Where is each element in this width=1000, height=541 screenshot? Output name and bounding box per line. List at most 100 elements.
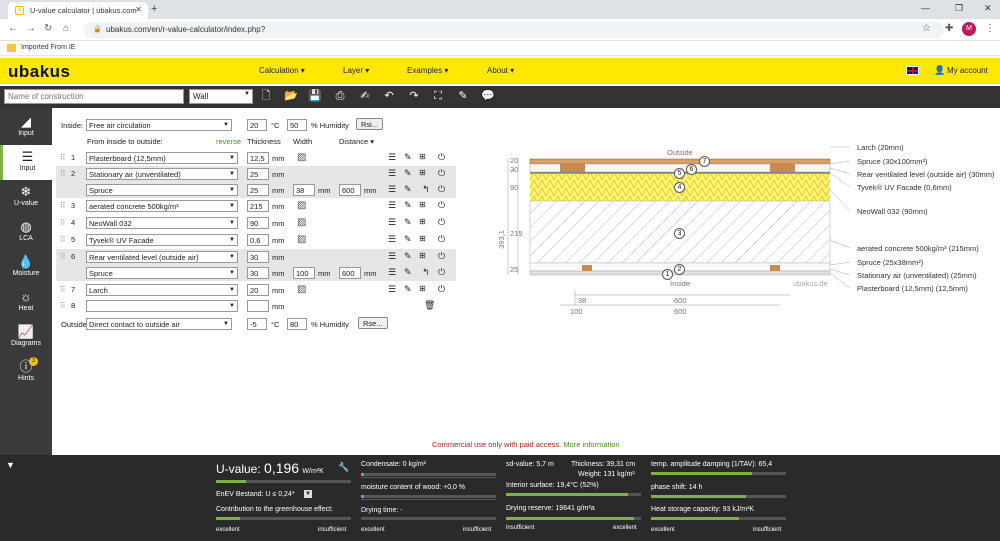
menu-about[interactable]: About ▾: [487, 66, 514, 75]
star-icon[interactable]: ☆: [922, 23, 931, 34]
menu-layer[interactable]: Layer ▾: [343, 66, 369, 75]
extensions-icon[interactable]: ✚: [945, 23, 953, 34]
power-toggle-icon[interactable]: ⏻: [438, 183, 445, 195]
new-document-icon[interactable]: 🗋: [258, 89, 274, 104]
layer-material-select[interactable]: [86, 300, 238, 312]
drag-handle-icon[interactable]: ⠿: [60, 201, 66, 210]
material-pattern-icon[interactable]: ▨: [297, 217, 306, 228]
layer-material-select[interactable]: Larch: [86, 284, 238, 296]
layer-thickness-input[interactable]: 0,6: [247, 234, 269, 246]
layer-menu-icon[interactable]: ☰: [388, 183, 396, 195]
ubakus-logo[interactable]: ubakus: [8, 62, 71, 82]
browser-tab[interactable]: ü U-value calculator | ubakus.com ✕: [8, 2, 148, 19]
layer-material-select[interactable]: Spruce: [86, 267, 238, 279]
edit-layer-icon[interactable]: ✎: [404, 151, 412, 163]
undo-icon[interactable]: ↶: [381, 89, 397, 104]
sidebar-item-layers[interactable]: ☰ Input: [0, 145, 52, 180]
rsi-button[interactable]: Rsi...: [356, 118, 384, 130]
material-pattern-icon[interactable]: ▨: [297, 284, 306, 295]
construction-name-input[interactable]: Name of construction: [4, 89, 184, 104]
layer-thickness-input[interactable]: 20: [247, 284, 269, 296]
drag-handle-icon[interactable]: ⠿: [60, 169, 66, 178]
layer-distance-input[interactable]: 600: [339, 267, 361, 279]
layer-material-select[interactable]: Tyvek® UV Facade: [86, 234, 238, 246]
sign-icon[interactable]: ✍: [357, 89, 373, 104]
power-toggle-icon[interactable]: ⏻: [438, 233, 445, 245]
power-toggle-icon[interactable]: ⏻: [438, 216, 445, 228]
menu-examples[interactable]: Examples ▾: [407, 66, 448, 75]
delete-layer-icon[interactable]: 🗑: [424, 299, 435, 311]
drag-handle-icon[interactable]: ⠿: [60, 218, 66, 227]
close-window-icon[interactable]: ✕: [984, 3, 992, 14]
edit-layer-icon[interactable]: ✎: [404, 283, 412, 295]
sidebar-item-heat[interactable]: ☼ Heat: [0, 285, 52, 320]
layer-menu-icon[interactable]: ☰: [388, 216, 396, 228]
add-layer-icon[interactable]: ⊞: [419, 167, 426, 179]
material-pattern-icon[interactable]: ▨: [297, 152, 306, 163]
drag-handle-icon[interactable]: ⠿: [60, 252, 66, 261]
material-pattern-icon[interactable]: ▨: [297, 234, 306, 245]
layer-menu-icon[interactable]: ☰: [388, 167, 396, 179]
layer-menu-icon[interactable]: ☰: [388, 250, 396, 262]
browser-menu-icon[interactable]: ⋮: [985, 23, 995, 34]
inside-humidity-input[interactable]: 50: [287, 119, 307, 131]
layer-thickness-input[interactable]: 25: [247, 184, 269, 196]
drag-handle-icon[interactable]: ⠿: [60, 235, 66, 244]
layer-material-select[interactable]: NeoWall 032: [86, 217, 238, 229]
layer-material-select[interactable]: aerated concrete 500kg/m³: [86, 200, 238, 212]
layer-thickness-input[interactable]: 90: [247, 217, 269, 229]
menu-calculation[interactable]: Calculation ▾: [259, 66, 305, 75]
layer-material-select[interactable]: Spruce: [86, 184, 238, 196]
power-toggle-icon[interactable]: ⏻: [438, 266, 445, 278]
bookmark-folder[interactable]: Imported From IE: [21, 44, 75, 51]
drag-handle-icon[interactable]: ⠿: [60, 285, 66, 294]
layer-menu-icon[interactable]: ☰: [388, 199, 396, 211]
sidebar-item-input[interactable]: ◢ Input: [0, 110, 52, 145]
rse-button[interactable]: Rse...: [358, 317, 388, 329]
user-icon[interactable]: 👤: [934, 65, 945, 76]
save-icon[interactable]: 💾: [307, 89, 323, 104]
my-account-link[interactable]: My account: [947, 66, 988, 75]
add-layer-icon[interactable]: ⊞: [419, 151, 426, 163]
power-toggle-icon[interactable]: ⏻: [438, 199, 445, 211]
layer-width-input[interactable]: 38: [293, 184, 315, 196]
layer-menu-icon[interactable]: ☰: [388, 233, 396, 245]
layer-thickness-input[interactable]: [247, 300, 269, 312]
construction-type-select[interactable]: Wall: [189, 89, 253, 104]
reverse-link[interactable]: reverse: [216, 137, 241, 146]
material-pattern-icon[interactable]: ▨: [297, 200, 306, 211]
reload-icon[interactable]: ↻: [44, 23, 52, 34]
close-tab-icon[interactable]: ✕: [135, 5, 142, 14]
sidebar-item-lca[interactable]: ◍ LCA: [0, 215, 52, 250]
back-icon[interactable]: ←: [8, 23, 18, 34]
add-layer-icon[interactable]: ⊞: [419, 216, 426, 228]
uk-flag-icon[interactable]: [906, 66, 919, 75]
outside-condition-select[interactable]: Direct contact to outside air: [86, 318, 232, 330]
enev-dropdown-icon[interactable]: ▼: [304, 490, 312, 498]
profile-avatar[interactable]: M: [962, 22, 976, 36]
inside-condition-select[interactable]: Free air circulation: [86, 119, 232, 131]
layer-menu-icon[interactable]: ☰: [388, 283, 396, 295]
redo-icon[interactable]: ↷: [406, 89, 422, 104]
add-layer-icon[interactable]: ⊞: [419, 233, 426, 245]
power-toggle-icon[interactable]: ⏻: [438, 250, 445, 262]
layer-menu-icon[interactable]: ☰: [388, 151, 396, 163]
layer-thickness-input[interactable]: 25: [247, 168, 269, 180]
edit-layer-icon[interactable]: ✎: [404, 250, 412, 262]
edit-layer-icon[interactable]: ✎: [404, 233, 412, 245]
edit-layer-icon[interactable]: ✎: [404, 199, 412, 211]
minimize-icon[interactable]: —: [921, 3, 930, 13]
power-toggle-icon[interactable]: ⏻: [438, 283, 445, 295]
layer-material-select[interactable]: Rear ventilated level (outside air): [86, 251, 238, 263]
layer-menu-icon[interactable]: ☰: [388, 266, 396, 278]
drag-handle-icon[interactable]: ⠿: [60, 301, 66, 310]
collapse-panel-icon[interactable]: ▼: [6, 460, 15, 470]
add-layer-icon[interactable]: ⊞: [419, 283, 426, 295]
layer-thickness-input[interactable]: 215: [247, 200, 269, 212]
comment-icon[interactable]: 💬: [480, 89, 496, 104]
layer-material-select[interactable]: Plasterboard (12,5mm): [86, 152, 238, 164]
power-toggle-icon[interactable]: ⏻: [438, 151, 445, 163]
forward-icon[interactable]: →: [26, 23, 36, 34]
column-header-distance[interactable]: Distance ▾: [339, 137, 374, 146]
wrench-icon[interactable]: 🔧: [338, 462, 349, 473]
